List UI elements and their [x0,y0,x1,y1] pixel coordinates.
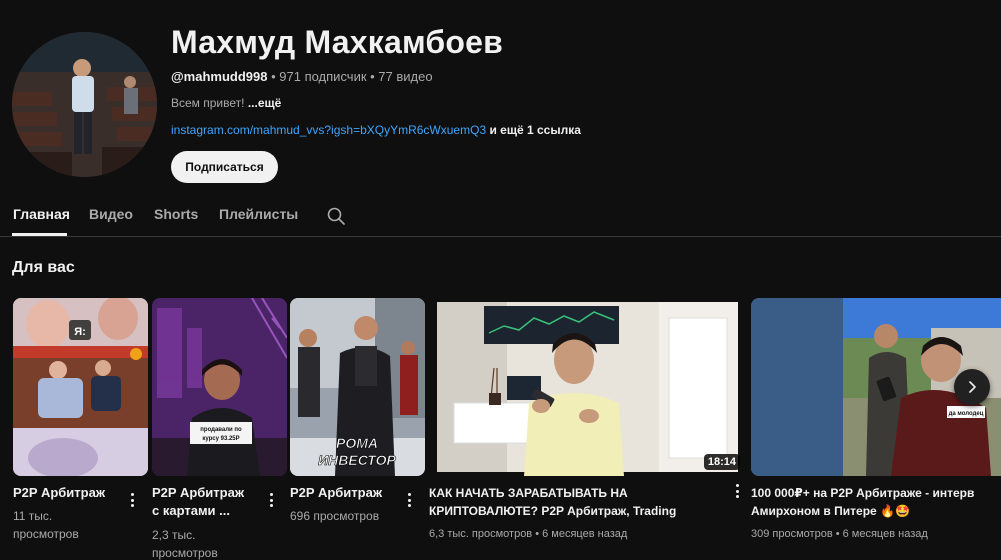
video-views-label: просмотров [13,527,79,541]
channel-handle[interactable]: @mahmudd998 [171,69,267,84]
tab-videos[interactable]: Видео [89,206,133,222]
video-title-line2[interactable]: Амирхоном в Питере 🔥🤩 [751,502,910,520]
more-links[interactable]: и ещё 1 ссылка [486,123,580,137]
video-count: 77 видео [378,69,433,84]
channel-description[interactable]: Всем привет! ...ещё [171,96,281,110]
more-vert-icon[interactable] [730,482,744,500]
more-vert-icon[interactable] [125,491,139,509]
video-title[interactable]: P2P Арбитраж [152,484,244,502]
subscriber-count: 971 подписчик [279,69,367,84]
video-meta: 6,3 тыс. просмотров • 6 месяцев назад [429,528,628,540]
video-title[interactable]: КАК НАЧАТЬ ЗАРАБАТЫВАТЬ НА [429,484,628,502]
thumbnail-overlay-text: РОМА [336,435,378,451]
video-views: 11 тыс. [13,509,53,523]
video-thumbnail[interactable]: 18:14 [429,298,746,476]
more-vert-icon[interactable] [402,491,416,509]
video-views: 696 просмотров [290,509,380,523]
channel-meta: @mahmudd998 • 971 подписчик • 77 видео [171,69,433,84]
video-thumbnail[interactable]: продавали по курсу 93.25Р [152,298,287,476]
description-more-link[interactable]: ...ещё [248,96,281,110]
subscribe-button[interactable]: Подписаться [171,151,278,183]
meta-separator: • [366,69,379,84]
channel-tabs: Главная Видео Shorts Плейлисты [0,196,1001,237]
channel-name: Махмуд Махкамбоев [171,24,503,60]
meta-separator: • [267,69,280,84]
more-vert-icon[interactable] [264,491,278,509]
video-thumbnail[interactable]: РОМА ИНВЕСТОР [290,298,425,476]
video-duration: 18:14 [703,454,740,470]
chevron-right-icon [969,381,976,393]
video-title[interactable]: 100 000₽+ на P2P Арбитраже - интерв [751,484,1001,502]
video-thumbnail[interactable]: Я: [13,298,148,476]
video-meta: 309 просмотров • 6 месяцев назад [751,528,928,540]
description-text: Всем привет! [171,96,248,110]
active-tab-indicator [12,233,67,236]
thumbnail-overlay-text: курсу 93.25Р [202,436,239,442]
search-icon[interactable] [326,206,346,226]
tab-home[interactable]: Главная [13,206,70,222]
section-title: Для вас [12,259,75,276]
thumbnail-overlay-text: ИНВЕСТОР [318,452,396,468]
tab-playlists[interactable]: Плейлисты [219,206,298,222]
thumbnail-overlay-text: да молодец [949,411,984,417]
channel-links: instagram.com/mahmud_vvs?igsh=bXQyYmR6cW… [171,123,581,137]
instagram-link[interactable]: instagram.com/mahmud_vvs?igsh=bXQyYmR6cW… [171,123,486,137]
video-title[interactable]: P2P Арбитраж [290,484,382,502]
video-title-line2[interactable]: с картами ... [152,502,230,520]
carousel-next-button[interactable] [954,369,990,405]
video-views: 2,3 тыс. [152,528,196,542]
video-title[interactable]: P2P Арбитраж [13,484,105,502]
thumbnail-overlay-text: продавали по [200,427,242,433]
tab-shorts[interactable]: Shorts [154,206,198,222]
thumbnail-overlay-text: Я: [74,326,86,338]
video-title-line2[interactable]: КРИПТОВАЛЮТЕ? P2P Арбитраж, Trading [429,502,676,520]
channel-avatar[interactable] [12,32,157,177]
video-views-label: просмотров [152,546,218,560]
